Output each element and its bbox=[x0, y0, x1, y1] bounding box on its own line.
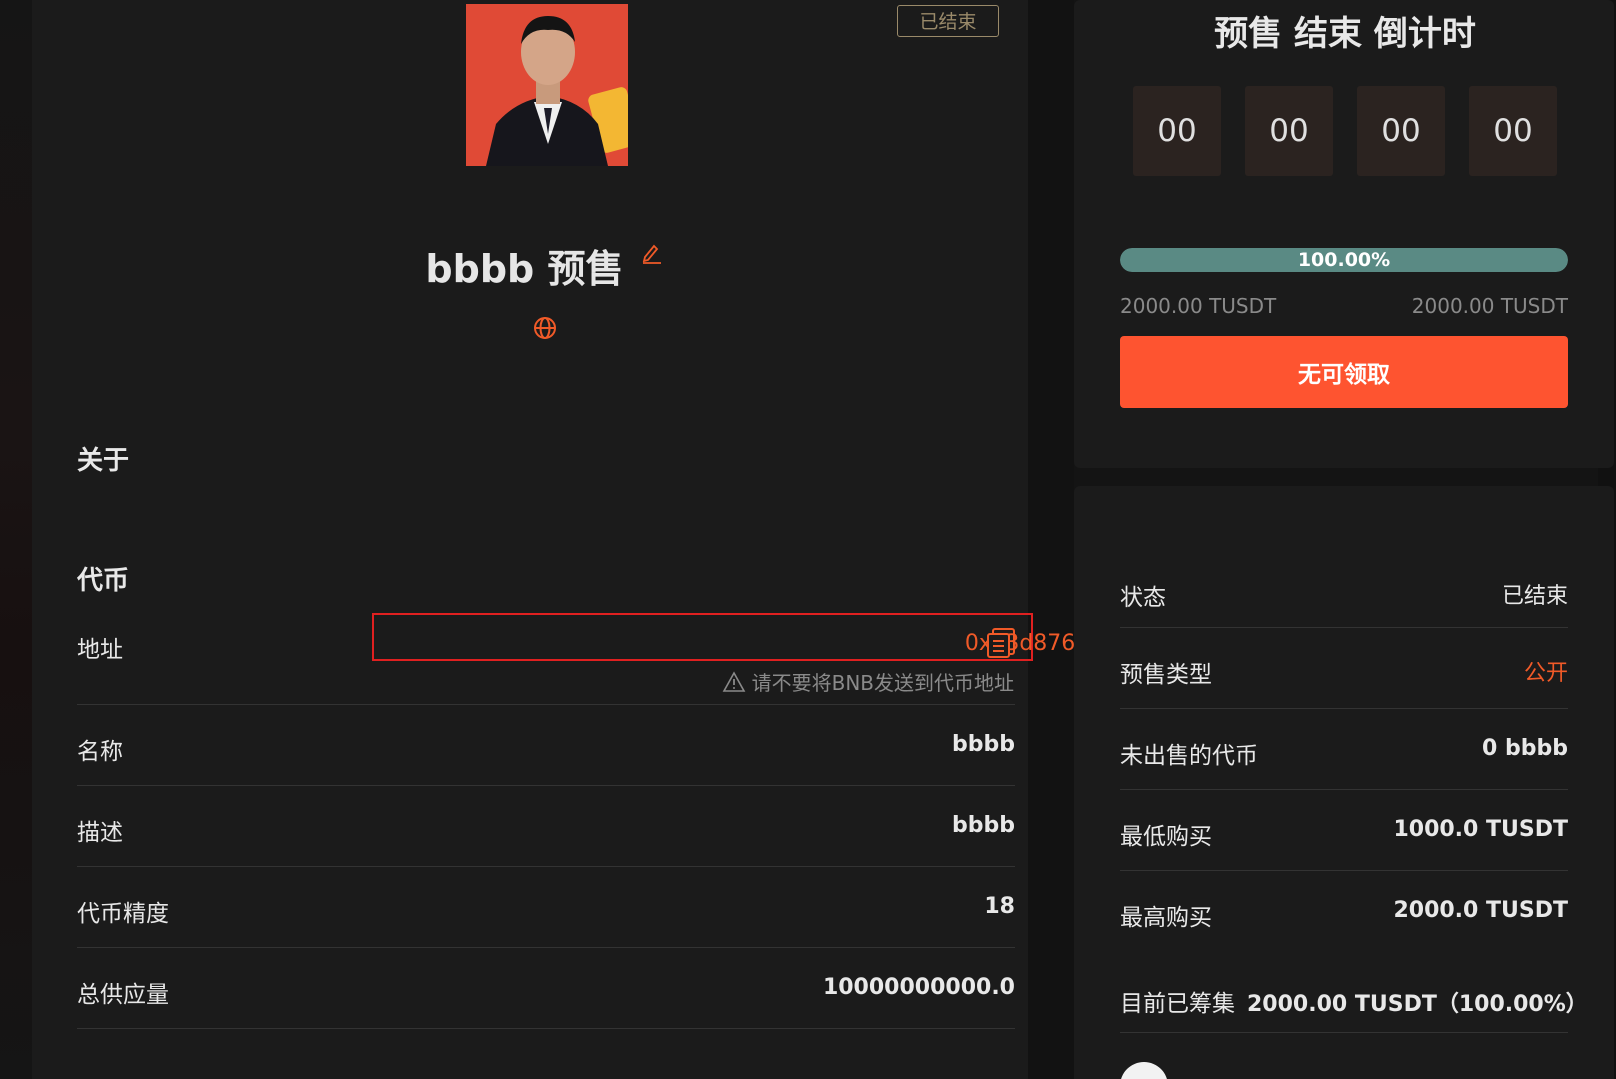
row-value: bbbb bbox=[952, 813, 1015, 838]
title-row: bbbb 预售 bbox=[0, 238, 1088, 293]
info-row-status: 状态 已结束 bbox=[1120, 564, 1568, 628]
info-divider bbox=[1120, 1032, 1568, 1033]
row-label: 描述 bbox=[77, 820, 123, 846]
row-label: 代币精度 bbox=[77, 901, 169, 927]
hard-cap-amount: 2000.00 TUSDT bbox=[1411, 294, 1568, 318]
row-value: bbbb bbox=[952, 732, 1015, 757]
warning-icon bbox=[722, 671, 746, 693]
token-description-row: 描述 bbbb bbox=[77, 785, 1015, 867]
project-logo bbox=[466, 4, 628, 166]
row-value: 0 bbbb bbox=[1482, 736, 1568, 761]
token-name-row: 名称 bbbb bbox=[77, 704, 1015, 786]
row-value: 1000.0 TUSDT bbox=[1393, 817, 1568, 842]
presale-page: 已结束 bbbb 预售 关于 代币 地址 0xa3d87642704ea97Bd… bbox=[0, 0, 1616, 1079]
row-value: 2000.0 TUSDT bbox=[1393, 898, 1568, 923]
status-badge: 已结束 bbox=[897, 5, 999, 37]
background-strip-left bbox=[0, 0, 32, 1079]
info-row-max-buy: 最高购买 2000.0 TUSDT bbox=[1120, 870, 1568, 951]
row-label: 最低购买 bbox=[1120, 824, 1212, 850]
info-row-sale-type: 预售类型 公开 bbox=[1120, 627, 1568, 709]
token-supply-row: 总供应量 10000000000.0 bbox=[77, 947, 1015, 1029]
page-title: bbbb 预售 bbox=[425, 247, 624, 291]
column-gap bbox=[1028, 0, 1074, 1079]
address-label: 地址 bbox=[77, 637, 123, 663]
raised-value: 2000.00 TUSDT（100.00%） bbox=[1247, 992, 1588, 1017]
row-label: 名称 bbox=[77, 739, 123, 765]
warning-text: 请不要将BNB发送到代币地址 bbox=[751, 671, 1014, 695]
address-warning: 请不要将BNB发送到代币地址 bbox=[722, 667, 1014, 696]
claim-button[interactable]: 无可领取 bbox=[1120, 336, 1568, 408]
progress-label: 100.00% bbox=[1297, 249, 1391, 271]
row-value: 已结束 bbox=[1501, 584, 1568, 609]
countdown-title: 预售 结束 倒计时 bbox=[1214, 14, 1476, 54]
row-label: 总供应量 bbox=[77, 982, 169, 1008]
about-heading: 关于 bbox=[77, 446, 130, 476]
globe-icon[interactable] bbox=[533, 316, 557, 340]
raised-amount: 2000.00 TUSDT bbox=[1120, 294, 1277, 318]
edit-icon[interactable] bbox=[641, 242, 663, 264]
info-row-unsold-tokens: 未出售的代币 0 bbbb bbox=[1120, 708, 1568, 790]
row-label: 状态 bbox=[1120, 585, 1166, 611]
address-highlight-box bbox=[372, 613, 1033, 661]
countdown-seconds: 00 bbox=[1469, 86, 1557, 176]
token-heading: 代币 bbox=[77, 566, 130, 596]
row-value: 公开 bbox=[1523, 661, 1568, 686]
row-label: 最高购买 bbox=[1120, 905, 1212, 931]
countdown-minutes: 00 bbox=[1357, 86, 1445, 176]
row-value: 10000000000.0 bbox=[822, 975, 1015, 1000]
row-label: 未出售的代币 bbox=[1120, 743, 1258, 769]
row-label: 预售类型 bbox=[1120, 662, 1212, 688]
progress-bar: 100.00% bbox=[1120, 248, 1568, 272]
copy-icon[interactable] bbox=[986, 627, 1016, 659]
raised-label: 目前已筹集 bbox=[1120, 991, 1235, 1017]
row-value: 18 bbox=[984, 894, 1015, 919]
countdown-days: 00 bbox=[1133, 86, 1221, 176]
raised-summary: 目前已筹集 2000.00 TUSDT（100.00%） bbox=[1120, 984, 1588, 1018]
token-decimals-row: 代币精度 18 bbox=[77, 866, 1015, 948]
info-row-min-buy: 最低购买 1000.0 TUSDT bbox=[1120, 789, 1568, 871]
countdown-hours: 00 bbox=[1245, 86, 1333, 176]
